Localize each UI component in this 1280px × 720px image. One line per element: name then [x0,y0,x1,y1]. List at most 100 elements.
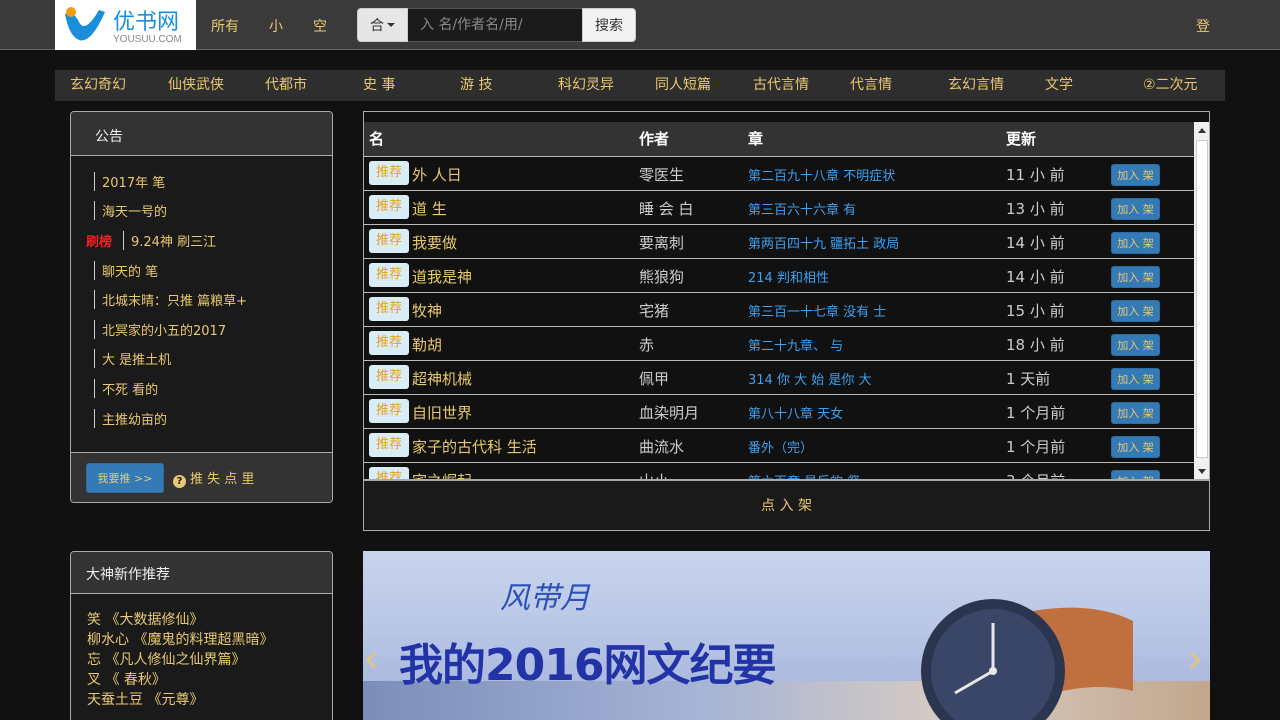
recommend-tag[interactable]: 推荐 [369,399,409,423]
search-type-dropdown[interactable]: 合 [357,8,408,42]
recommend-tag[interactable]: 推荐 [369,331,409,355]
book-title[interactable]: 超神机械 [412,368,472,389]
recommend-tag[interactable]: 推荐 [369,263,409,287]
add-to-shelf-button[interactable]: 加入 架 [1111,436,1160,458]
scroll-down-arrow-icon[interactable] [1194,464,1209,479]
chapter-link[interactable]: 314 你 大 始 是你 大 [748,369,871,388]
recommend-tag[interactable]: 推荐 [369,195,409,219]
category-item[interactable]: 古代言情 [753,74,809,94]
table-scrollbar[interactable] [1194,122,1209,479]
author-item[interactable]: 忘 《凡人修仙之仙界篇》 [87,649,245,669]
announcement-item[interactable]: 北冥家的小五的2017 [94,320,226,339]
announcement-item[interactable]: 主推幼亩的 [94,409,167,428]
table-row: 推荐 牧神 宅猪 第三百一十七章 没有 士 15 小 前 加入 架 [364,292,1194,326]
search-input[interactable] [408,8,582,42]
category-item[interactable]: 代言情 [850,74,892,94]
nav-space[interactable]: 空 [313,16,327,36]
book-title[interactable]: 家子的古代科 生活 [412,436,537,457]
category-item[interactable]: 同人短篇 [655,74,711,94]
chapter-link[interactable]: 第二百九十八章 不明症状 [748,165,895,184]
update-time: 1 个月前 [1006,438,1066,456]
add-to-shelf-button[interactable]: 加入 架 [1111,470,1160,479]
author-item[interactable]: 叉 《 春秋》 [87,669,166,689]
logo-mark-icon [65,7,105,41]
book-author: 血染明月 [639,404,700,422]
banner-carousel[interactable]: 风带月 我的2016网文纪要 ‹ › [363,551,1210,720]
category-item[interactable]: 科幻灵异 [558,74,614,94]
add-to-shelf-footer[interactable]: 点 入 架 [363,480,1210,531]
announcement-item[interactable]: 北城末晴：只推 篇粮草+ [94,290,247,309]
recommend-button[interactable]: 我要推 >> [86,463,164,493]
scroll-thumb[interactable] [1196,140,1208,458]
login-link[interactable]: 登 [1196,16,1210,36]
category-item[interactable]: 玄幻言情 [948,74,1004,94]
chapter-link[interactable]: 番外（完） [748,437,813,456]
recommend-tag[interactable]: 推荐 [369,365,409,389]
recommend-tag[interactable]: 推荐 [369,467,409,479]
recommend-tag[interactable]: 推荐 [369,161,409,185]
book-title[interactable]: 外 人日 [412,164,462,185]
announcement-item[interactable]: 大 是推土机 [94,349,171,368]
announcement-item[interactable]: 2017年 笔 [94,172,165,191]
help-text: 推 失 点 里 [190,472,255,487]
recommend-tag[interactable]: 推荐 [369,297,409,321]
add-to-shelf-button[interactable]: 加入 架 [1111,232,1160,254]
help-link[interactable]: ? 推 失 点 里 [173,468,254,488]
chapter-link[interactable]: 214 判和相性 [748,267,829,286]
category-item[interactable]: 史 事 [363,74,395,94]
chevron-left-icon[interactable]: ‹ [363,636,379,682]
table-row: 推荐 我要做 要离刺 第两百四十九 疆拓土 政局 14 小 前 加入 架 [364,224,1194,258]
add-to-shelf-button[interactable]: 加入 架 [1111,334,1160,356]
update-time: 18 小 前 [1006,336,1065,354]
announcement-item[interactable]: 海天一号的 [94,201,167,220]
book-title[interactable]: 勒胡 [412,334,442,355]
add-to-shelf-button[interactable]: 加入 架 [1111,266,1160,288]
book-title[interactable]: 自旧世界 [412,402,472,423]
search-button[interactable]: 搜索 [582,8,636,42]
author-item[interactable]: 柳水心 《魔鬼的料理超黑暗》 [87,629,273,649]
scroll-up-arrow-icon[interactable] [1194,122,1209,138]
category-item[interactable]: 游 技 [460,74,492,94]
site-logo[interactable]: 优书网 YOUSUU.COM [55,0,196,50]
chapter-link[interactable]: 第二十九章、 与 [748,335,843,354]
author-item[interactable]: 天蚕土豆 《元尊》 [87,689,203,709]
add-to-shelf-button[interactable]: 加入 架 [1111,164,1160,186]
category-item[interactable]: ②二次元 [1143,74,1198,94]
author-item[interactable]: 笑 《大数据修仙》 [87,609,203,629]
category-item[interactable]: 文学 [1045,74,1073,94]
nav-novels[interactable]: 小 [269,16,283,36]
question-circle-icon: ? [173,475,186,488]
chapter-link[interactable]: 第三百一十七章 没有 士 [748,301,886,320]
book-author: 零医生 [639,166,685,184]
update-time: 11 小 前 [1006,166,1065,184]
chevron-right-icon[interactable]: › [1187,636,1203,682]
category-item[interactable]: 仙侠武侠 [168,74,224,94]
announcement-item[interactable]: 不死 看的 [94,379,158,398]
chapter-link[interactable]: 第三百六十六章 有 [748,199,856,218]
chapter-link[interactable]: 第六百章 最后的 祭 [748,471,860,479]
update-time: 1 个月前 [1006,404,1066,422]
add-to-shelf-button[interactable]: 加入 架 [1111,198,1160,220]
announcement-item[interactable]: 聊天的 笔 [94,261,158,280]
add-to-shelf-button[interactable]: 加入 架 [1111,402,1160,424]
category-item[interactable]: 玄幻奇幻 [70,74,126,94]
book-title[interactable]: 宅之崛起 [412,470,472,479]
book-title[interactable]: 我要做 [412,232,457,253]
nav-all[interactable]: 所有 [211,16,239,36]
chapter-link[interactable]: 第两百四十九 疆拓土 政局 [748,233,899,252]
table-header: 名 作者 章 更新 [364,122,1194,156]
announcement-item[interactable]: 9.24神 刷三江 [123,231,216,250]
announcement-title: 公告 [71,112,332,156]
book-title[interactable]: 道我是神 [412,266,472,287]
table-row: 推荐 自旧世界 血染明月 第八十八章 天女 1 个月前 加入 架 [364,394,1194,428]
book-author: 熊狼狗 [639,268,685,286]
category-item[interactable]: 代都市 [265,74,307,94]
add-to-shelf-button[interactable]: 加入 架 [1111,300,1160,322]
book-title[interactable]: 道 生 [412,198,447,219]
chapter-link[interactable]: 第八十八章 天女 [748,403,843,422]
recommend-tag[interactable]: 推荐 [369,433,409,457]
book-title[interactable]: 牧神 [412,300,442,321]
recommend-tag[interactable]: 推荐 [369,229,409,253]
column-header-chapter: 章 [748,130,764,148]
add-to-shelf-button[interactable]: 加入 架 [1111,368,1160,390]
